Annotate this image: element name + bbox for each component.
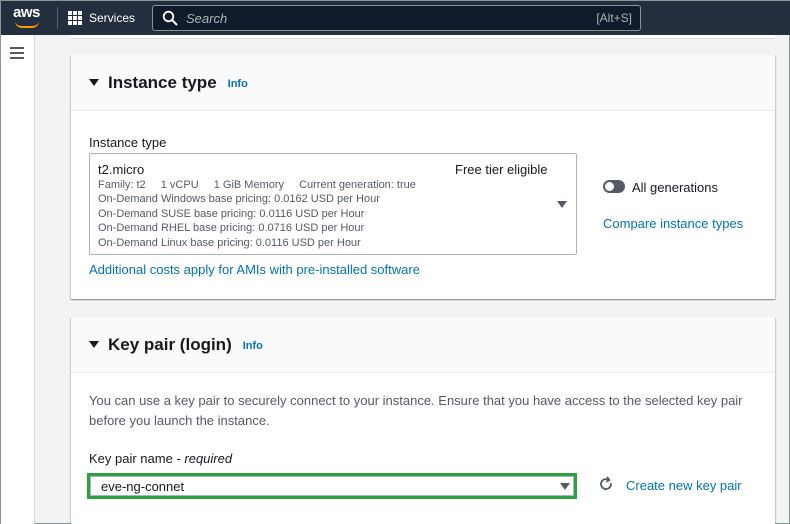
instance-type-header[interactable]: Instance type Info: [71, 55, 775, 111]
search-input[interactable]: [186, 10, 597, 26]
key-pair-label-sep: -: [172, 451, 185, 466]
services-menu-button[interactable]: Services: [68, 1, 135, 35]
dropdown-caret-icon: [557, 201, 567, 208]
aws-logo-text: aws: [13, 4, 40, 21]
key-pair-field-label: Key pair name - required: [89, 451, 232, 466]
instance-type-info-link[interactable]: Info: [228, 78, 248, 90]
left-rail: [1, 35, 35, 524]
nav-divider: [57, 7, 58, 29]
compare-instance-types-link[interactable]: Compare instance types: [603, 216, 743, 231]
pricing-rhel: On-Demand RHEL base pricing: 0.0716 USD …: [98, 222, 365, 234]
search-shortcut-hint: [Alt+S]: [596, 11, 632, 25]
instance-generation: Current generation: true: [299, 179, 416, 191]
instance-type-field-label: Instance type: [89, 135, 167, 150]
key-pair-select[interactable]: eve-ng-connet: [87, 473, 577, 499]
key-pair-header[interactable]: Key pair (login) Info: [71, 317, 775, 373]
required-marker: required: [184, 451, 233, 466]
create-new-key-pair-link[interactable]: Create new key pair: [626, 478, 742, 493]
key-pair-info-link[interactable]: Info: [243, 340, 263, 352]
aws-smile-icon: [15, 21, 39, 28]
collapse-caret-icon[interactable]: [89, 79, 99, 86]
pricing-linux: On-Demand Linux base pricing: 0.0116 USD…: [98, 237, 361, 249]
free-tier-badge: Free tier eligible: [455, 162, 548, 177]
aws-logo[interactable]: aws: [11, 1, 53, 35]
search-icon: [162, 10, 178, 26]
key-pair-select-inner: eve-ng-connet: [90, 476, 574, 496]
menu-icon[interactable]: [10, 47, 24, 59]
key-pair-selected-value: eve-ng-connet: [101, 479, 185, 494]
instance-type-panel: Instance type Info Instance type t2.micr…: [71, 55, 775, 299]
instance-vcpu: 1 vCPU: [160, 179, 199, 191]
instance-memory: 1 GiB Memory: [213, 179, 285, 191]
instance-type-title: Instance type: [108, 72, 217, 92]
key-pair-label-text: Key pair name: [89, 451, 173, 466]
toggle-knob: [605, 182, 614, 191]
instance-family: Family: t2: [98, 179, 146, 191]
instance-specs: Family: t2 1 vCPU 1 GiB Memory Current g…: [98, 179, 428, 191]
instance-name: t2.micro: [98, 162, 145, 177]
pricing-windows: On-Demand Windows base pricing: 0.0162 U…: [98, 193, 380, 205]
search-bar[interactable]: [Alt+S]: [152, 5, 641, 31]
collapse-caret-icon[interactable]: [89, 341, 99, 348]
instance-type-select[interactable]: t2.micro Free tier eligible Family: t2 1…: [89, 153, 577, 255]
services-label: Services: [89, 11, 136, 25]
key-pair-description: You can use a key pair to securely conne…: [89, 393, 743, 428]
refresh-icon[interactable]: [598, 476, 614, 492]
all-generations-toggle[interactable]: [603, 180, 625, 193]
key-pair-title: Key pair (login): [108, 334, 232, 354]
dropdown-caret-icon: [560, 483, 570, 490]
services-grid-icon: [68, 11, 82, 25]
all-generations-label: All generations: [632, 180, 718, 195]
additional-costs-link[interactable]: Additional costs apply for AMIs with pre…: [89, 262, 420, 277]
previous-panel-edge: [71, 35, 775, 39]
pricing-suse: On-Demand SUSE base pricing: 0.0116 USD …: [98, 208, 365, 220]
main-content: Instance type Info Instance type t2.micr…: [35, 35, 790, 524]
key-pair-panel: Key pair (login) Info You can use a key …: [71, 317, 775, 524]
